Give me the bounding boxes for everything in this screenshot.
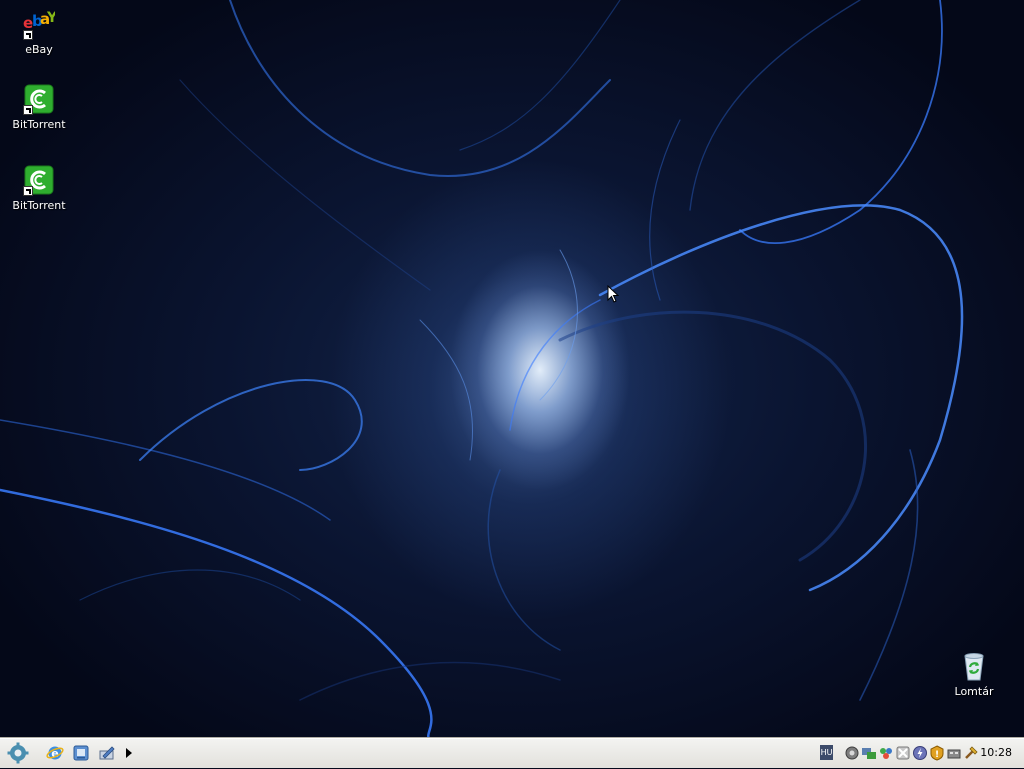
network-disconnected-icon[interactable] [895,745,911,761]
language-indicator[interactable]: HU [820,745,833,760]
system-tray: HU ! 10:28 [816,739,1024,769]
shortcut-arrow-icon [23,186,33,196]
clock[interactable]: 10:28 [980,746,1012,759]
wallpaper-swirls [0,0,964,738]
desktop-icon-recycle-bin[interactable]: Lomtár [936,650,1012,698]
desktop-icon-label: BitTorrent [12,118,66,131]
desktop-icon-ebay[interactable]: e b a Y eBay [1,8,77,56]
shortcut-arrow-icon [23,105,33,115]
start-button[interactable] [6,742,30,764]
ebay-icon: e b a Y [23,8,58,40]
chevron-right-icon [126,748,132,758]
desktop-icon-bittorrent[interactable]: BitTorrent [1,83,77,131]
bittorrent-icon [23,164,55,196]
power-icon[interactable] [912,745,928,761]
desktop-icon-bittorrent[interactable]: BitTorrent [1,164,77,212]
quick-launch-app[interactable] [96,742,118,764]
desktop-wallpaper [0,0,1024,738]
desktop-icon-label: Lomtár [954,685,994,698]
network-icon[interactable] [861,745,877,761]
quick-launch-internet-explorer[interactable]: e [44,742,66,764]
shortcut-arrow-icon [23,30,33,40]
internet-explorer-icon: e [46,746,64,760]
taskbar: e HU ! 10:28 [0,738,1024,768]
speaker-icon[interactable] [844,745,860,761]
quick-launch-show-desktop[interactable] [70,742,92,764]
quick-launch-app-icon [99,746,115,760]
desktop-icon-label: eBay [25,43,53,56]
bittorrent-icon [23,83,55,115]
mouse-cursor-icon [607,284,620,307]
desktop-icon-label: BitTorrent [12,199,66,212]
quick-launch-expand-button[interactable] [122,742,136,764]
recycle-bin-icon [958,650,990,682]
show-desktop-icon [73,745,89,761]
safely-remove-hardware-icon[interactable] [946,745,962,761]
svg-text:Y: Y [46,10,55,26]
messenger-icon[interactable] [878,745,894,761]
security-alert-icon[interactable]: ! [929,745,945,761]
svg-text:!: ! [935,750,939,760]
start-gear-icon [7,742,29,764]
tool-icon[interactable] [963,745,979,761]
